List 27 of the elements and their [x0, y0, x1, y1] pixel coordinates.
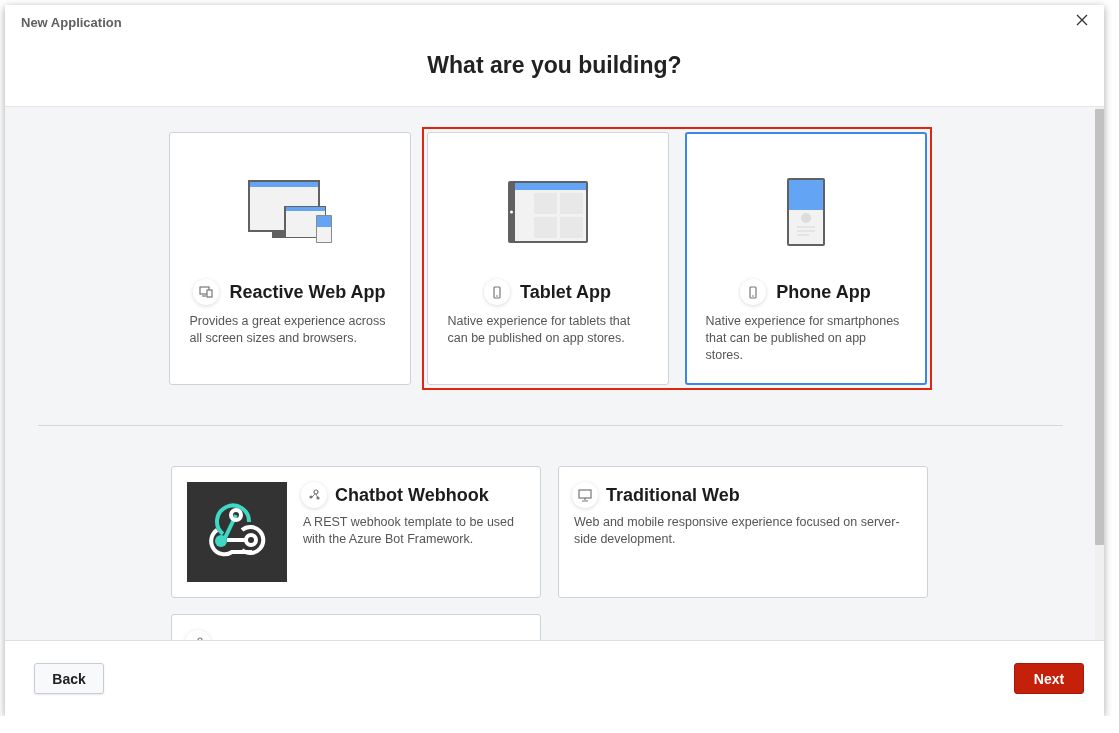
card-title: Reactive Web App [229, 281, 386, 303]
card-description: Web and mobile responsive experience focused on server-side development. [574, 514, 901, 548]
monitor-icon [578, 488, 592, 502]
card-description: Native experience for smartphones that can be published on app stores. [705, 313, 901, 364]
card-title: Chatbot Webhook [335, 484, 489, 506]
card-title: Traditional Web [606, 484, 740, 506]
template-card[interactable]: Chatbot Webhook A REST webhook template to be used with the Azure Bot Framework. [171, 466, 541, 598]
scrollbar[interactable] [1095, 107, 1104, 640]
app-type-card[interactable]: Tablet App Native experience for tablets that can be published on app stores. [426, 132, 669, 385]
card-title: Tablet App [520, 281, 611, 303]
card-title: Phone App [776, 281, 871, 303]
template-card[interactable]: Traditional Web Web and mobile responsive experience focused on server-side development. [558, 466, 928, 598]
app-type-card[interactable]: Phone App Native experience for smartphones that can be published on app stores. [684, 132, 927, 385]
phone-icon [493, 285, 501, 299]
nodes-icon [307, 489, 321, 501]
page-heading: What are you building? [427, 52, 682, 79]
next-button[interactable]: Next [1014, 663, 1084, 694]
window-title: New Application [21, 15, 122, 30]
phone-drawing [786, 178, 825, 246]
back-button[interactable]: Back [34, 663, 104, 694]
app-type-card[interactable]: Reactive Web App Provides a great experience across all screen sizes and browsers. [168, 132, 411, 385]
card-description: Provides a great experience across all screen sizes and browsers. [189, 313, 387, 347]
phone-icon [749, 285, 758, 299]
devices-icon [199, 286, 214, 298]
card-description: Native experience for tablets that can be published on app stores. [447, 313, 632, 347]
close-icon[interactable] [1076, 14, 1088, 26]
card-description: A REST webhook template to be used with the Azure Bot Framework. [303, 514, 515, 548]
